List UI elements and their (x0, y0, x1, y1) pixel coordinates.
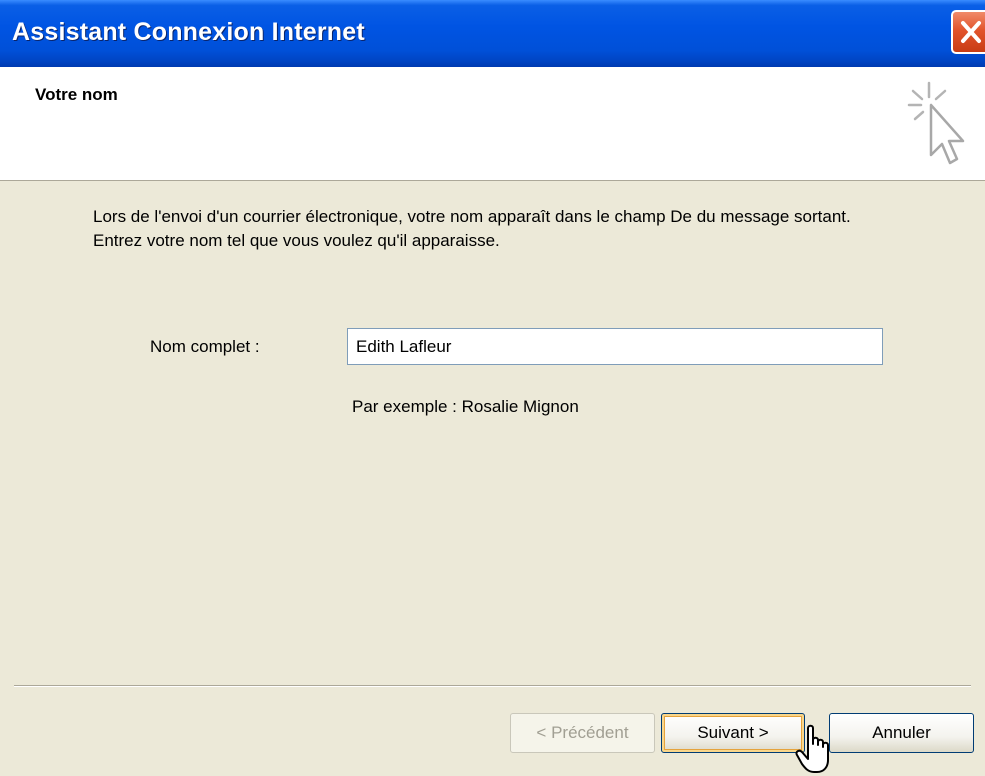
close-icon (961, 21, 981, 43)
window-title: Assistant Connexion Internet (12, 18, 365, 46)
cancel-button[interactable]: Annuler (829, 713, 974, 753)
title-bar[interactable]: Assistant Connexion Internet (0, 0, 985, 67)
example-hint: Par exemple : Rosalie Mignon (352, 397, 579, 416)
name-label: Nom complet : (150, 337, 260, 356)
full-name-input[interactable] (347, 328, 883, 365)
footer-separator (14, 685, 971, 687)
wizard-header: Votre nom (0, 67, 985, 181)
mouse-cursor-icon (795, 724, 829, 773)
previous-button[interactable]: < Précédent (510, 713, 655, 753)
wizard-window: Assistant Connexion Internet Votre nom L… (0, 0, 985, 776)
wizard-pointer-icon (907, 81, 965, 165)
description-text: Lors de l'envoi d'un courrier électroniq… (93, 207, 851, 250)
next-button[interactable]: Suivant > (661, 713, 805, 753)
page-title: Votre nom (35, 85, 118, 104)
close-button[interactable] (951, 10, 985, 54)
